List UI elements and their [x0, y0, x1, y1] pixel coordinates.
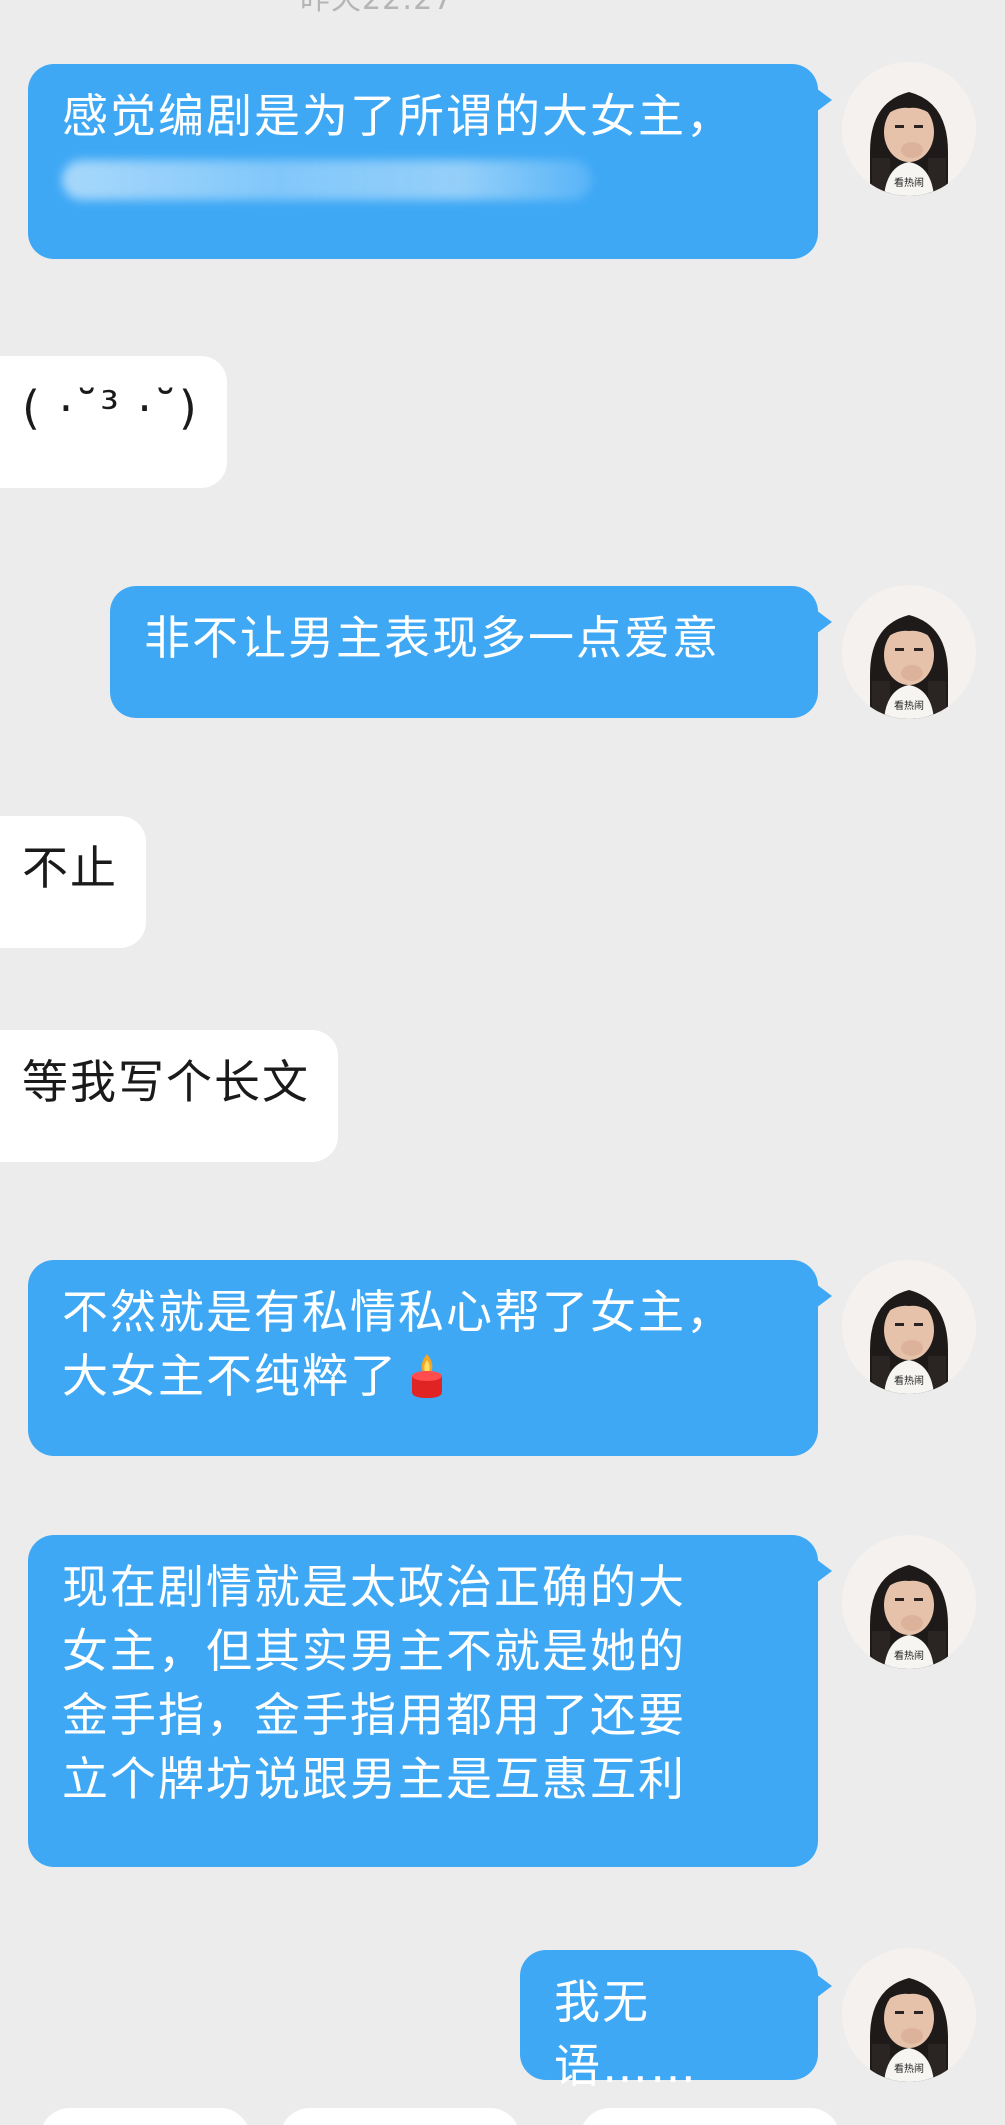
avatar-image: 看热闹	[842, 1260, 976, 1394]
partial-bubble	[280, 2108, 520, 2125]
blurred-text-line	[62, 160, 592, 200]
message-text: 等我写个长文	[22, 1055, 310, 1109]
partial-bubble	[580, 2108, 840, 2125]
chat-screen: 昨天22:27 感觉编剧是为了所谓的大女主， 看热闹 ( ·˘³ ·˘) 非不让…	[0, 0, 1005, 2125]
message-bubble-received[interactable]: ( ·˘³ ·˘)	[0, 356, 227, 488]
avatar[interactable]: 看热闹	[842, 1948, 976, 2082]
message-text: 感觉编剧是为了所谓的大女主，	[62, 89, 734, 143]
message-text-line-wrap: 大女主不纯粹了	[62, 1344, 784, 1408]
timestamp-label: 昨天22:27	[300, 0, 453, 18]
message-text-line: 女主，但其实男主不就是她的	[62, 1624, 686, 1678]
avatar-caption: 看热闹	[894, 1649, 924, 1662]
message-text-line: 现在剧情就是太政治正确的大	[62, 1560, 686, 1614]
avatar[interactable]: 看热闹	[842, 62, 976, 196]
avatar[interactable]: 看热闹	[842, 1260, 976, 1394]
partial-bubble	[40, 2108, 250, 2125]
message-bubble-sent[interactable]: 不然就是有私情私心帮了女主， 大女主不纯粹了	[28, 1260, 832, 1456]
message-bubble-sent[interactable]: 我无语……	[520, 1950, 832, 2093]
message-bubble-received[interactable]: 等我写个长文	[0, 1030, 338, 1162]
avatar-image: 看热闹	[842, 585, 976, 719]
avatar-image: 看热闹	[842, 1948, 976, 2082]
avatar[interactable]: 看热闹	[842, 1535, 976, 1669]
candle-emoji-icon	[402, 1350, 452, 1400]
message-text: 我无语……	[554, 1975, 698, 2093]
avatar-image: 看热闹	[842, 62, 976, 196]
message-text-line: 大女主不纯粹了	[62, 1349, 398, 1403]
message-bubble-received[interactable]: 不止	[0, 816, 146, 948]
avatar-caption: 看热闹	[894, 2062, 924, 2075]
message-bubble-sent[interactable]: 感觉编剧是为了所谓的大女主，	[28, 64, 832, 259]
avatar[interactable]: 看热闹	[842, 585, 976, 719]
message-text-line: 金手指，金手指用都用了还要	[62, 1688, 686, 1742]
message-bubble-sent[interactable]: 非不让男主表现多一点爱意	[110, 586, 832, 718]
avatar-caption: 看热闹	[894, 699, 924, 712]
message-text: 非不让男主表现多一点爱意	[144, 611, 720, 665]
message-text: ( ·˘³ ·˘)	[22, 381, 199, 435]
message-text-line: 立个牌坊说跟男主是互惠互利	[62, 1752, 686, 1806]
avatar-image: 看热闹	[842, 1535, 976, 1669]
message-bubble-sent[interactable]: 现在剧情就是太政治正确的大 女主，但其实男主不就是她的 金手指，金手指用都用了还…	[28, 1535, 832, 1867]
message-text-line: 不然就是有私情私心帮了女主，	[62, 1285, 734, 1339]
avatar-caption: 看热闹	[894, 1374, 924, 1387]
avatar-caption: 看热闹	[894, 176, 924, 189]
message-text: 不止	[22, 841, 118, 895]
